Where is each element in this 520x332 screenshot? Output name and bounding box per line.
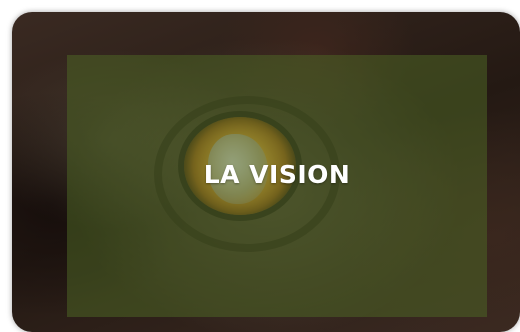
vision-card[interactable]: LA VISION — [12, 12, 520, 332]
card-title: LA VISION — [203, 159, 351, 189]
green-overlay: LA VISION — [67, 55, 487, 317]
